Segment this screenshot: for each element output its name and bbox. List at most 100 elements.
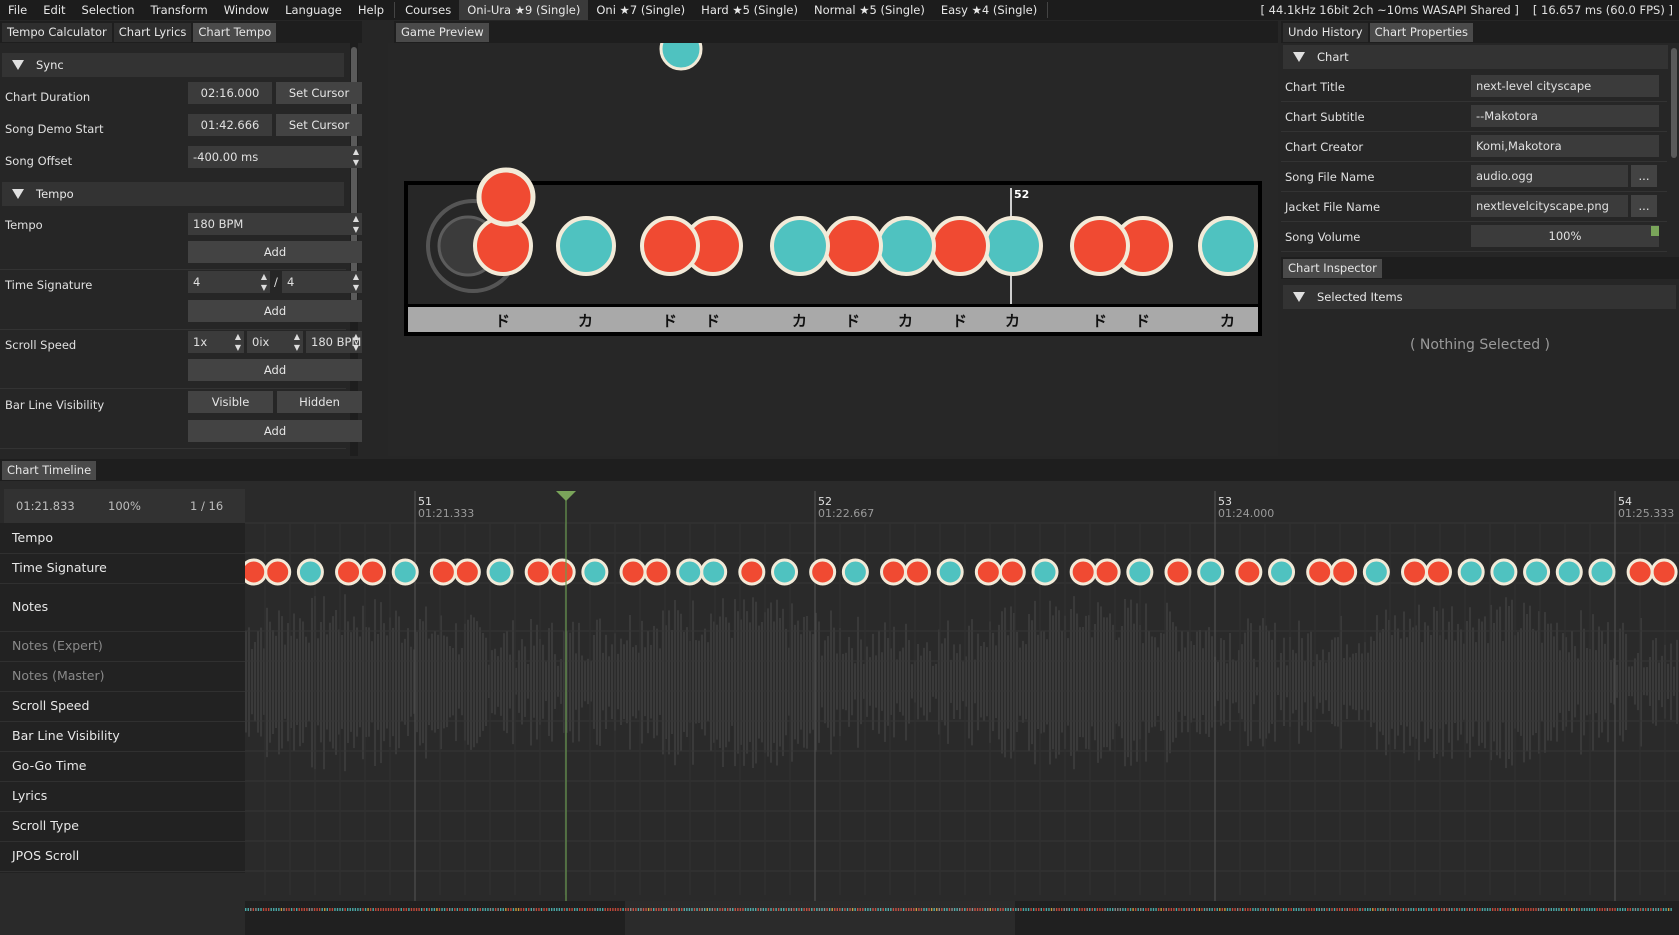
timeline-note[interactable]	[1457, 558, 1485, 586]
browse-button[interactable]: ...	[1631, 195, 1657, 217]
property-value-field[interactable]: audio.ogg	[1471, 165, 1628, 187]
hidden-button[interactable]: Hidden	[277, 391, 362, 413]
set-cursor-button[interactable]: Set Cursor	[276, 114, 362, 136]
song-offset-field[interactable]: -400.00 ms	[188, 146, 362, 168]
timeline-note[interactable]	[1362, 558, 1390, 586]
timeline-note[interactable]	[700, 558, 728, 586]
timeline-note[interactable]	[548, 558, 576, 586]
zoom-level[interactable]: 100%	[108, 499, 141, 513]
timeline-note[interactable]	[391, 558, 419, 586]
minimap-viewport[interactable]	[625, 901, 1015, 935]
add-tempo-button[interactable]: Add	[188, 241, 362, 263]
chart-header[interactable]: Chart	[1283, 45, 1668, 69]
timeline-note[interactable]	[1268, 558, 1296, 586]
menu-selection[interactable]: Selection	[74, 0, 143, 20]
timeline-note[interactable]	[335, 558, 363, 586]
timeline-note[interactable]	[453, 558, 481, 586]
timeline-note[interactable]	[841, 558, 869, 586]
time-signature-denominator[interactable]: 4	[282, 271, 362, 293]
tempo-field[interactable]: 180 BPM	[188, 213, 362, 235]
property-value-field[interactable]: Komi,Makotora	[1471, 135, 1659, 157]
tab-undo-history[interactable]: Undo History	[1283, 23, 1368, 42]
timeline-note[interactable]	[880, 558, 908, 586]
selected-items-header[interactable]: Selected Items	[1283, 285, 1676, 309]
timeline-note[interactable]	[1650, 558, 1678, 586]
playback-cursor-head-icon[interactable]	[556, 491, 576, 501]
add-bar-line-button[interactable]: Add	[188, 420, 362, 442]
property-value-field[interactable]: 100%	[1471, 225, 1659, 247]
volume-slider-handle[interactable]	[1651, 226, 1659, 236]
timeline-note[interactable]	[1164, 558, 1192, 586]
property-value-field[interactable]: next-level cityscape	[1471, 75, 1659, 97]
overview-minimap[interactable]	[245, 901, 1679, 935]
timeline-note[interactable]	[738, 558, 766, 586]
timeline-note[interactable]	[771, 558, 799, 586]
timeline-note[interactable]	[1126, 558, 1154, 586]
timeline-note[interactable]	[1555, 558, 1583, 586]
menu-edit[interactable]: Edit	[35, 0, 73, 20]
tab-chart-lyrics[interactable]: Chart Lyrics	[113, 23, 192, 42]
song-demo-field[interactable]: 01:42.666	[188, 114, 272, 136]
timeline-canvas[interactable]: 5101:21.3335201:22.6675301:24.0005401:25…	[245, 481, 1679, 935]
timeline-note[interactable]	[676, 558, 704, 586]
set-cursor-button[interactable]: Set Cursor	[276, 82, 362, 104]
scroll-imag-spinner-icon[interactable]: ▲ ▼	[292, 331, 302, 353]
add-time-signature-button[interactable]: Add	[188, 300, 362, 322]
property-value-field[interactable]: nextlevelcityscape.png	[1471, 195, 1628, 217]
timeline-note[interactable]	[974, 558, 1002, 586]
offset-spinner-icon[interactable]: ▲ ▼	[351, 146, 361, 168]
timeline-note[interactable]	[1588, 558, 1616, 586]
timeline-note[interactable]	[1197, 558, 1225, 586]
timeline-note[interactable]	[1093, 558, 1121, 586]
menu-window[interactable]: Window	[216, 0, 277, 20]
menu-file[interactable]: File	[0, 0, 35, 20]
timeline-note[interactable]	[429, 558, 457, 586]
scroll-speed-spinner-icon[interactable]: ▲ ▼	[233, 331, 243, 353]
timeline-note[interactable]	[936, 558, 964, 586]
timeline-note[interactable]	[1031, 558, 1059, 586]
timeline-note[interactable]	[1424, 558, 1452, 586]
timeline-note[interactable]	[903, 558, 931, 586]
tab-chart-timeline[interactable]: Chart Timeline	[2, 461, 97, 480]
timeline-note[interactable]	[1490, 558, 1518, 586]
timeline-note[interactable]	[1523, 558, 1551, 586]
denominator-spinner-icon[interactable]: ▲ ▼	[351, 271, 361, 293]
numerator-spinner-icon[interactable]: ▲ ▼	[259, 271, 269, 293]
timeline-note[interactable]	[1401, 558, 1429, 586]
timeline-note[interactable]	[524, 558, 552, 586]
course-item[interactable]: Oni-Ura ★9 (Single)	[459, 0, 589, 20]
course-item[interactable]: Easy ★4 (Single)	[933, 0, 1045, 20]
timeline-note[interactable]	[643, 558, 671, 586]
tab-chart-inspector[interactable]: Chart Inspector	[1283, 259, 1382, 278]
course-item[interactable]: Oni ★7 (Single)	[588, 0, 693, 20]
timeline-note[interactable]	[1626, 558, 1654, 586]
menu-help[interactable]: Help	[350, 0, 392, 20]
timeline-note[interactable]	[359, 558, 387, 586]
timeline-note[interactable]	[296, 558, 324, 586]
sync-header[interactable]: Sync	[2, 53, 344, 77]
grid-division[interactable]: 1 / 16	[190, 499, 223, 513]
tab-tempo-calculator[interactable]: Tempo Calculator	[2, 23, 112, 42]
chart-duration-field[interactable]: 02:16.000	[188, 82, 272, 104]
tab-game-preview[interactable]: Game Preview	[396, 23, 489, 42]
timeline-note[interactable]	[264, 558, 292, 586]
add-scroll-speed-button[interactable]: Add	[188, 359, 362, 381]
timeline-note[interactable]	[619, 558, 647, 586]
timeline-note[interactable]	[1235, 558, 1263, 586]
timeline-note[interactable]	[998, 558, 1026, 586]
visible-button[interactable]: Visible	[188, 391, 273, 413]
timeline-note[interactable]	[581, 558, 609, 586]
timeline-note[interactable]	[1069, 558, 1097, 586]
menu-transform[interactable]: Transform	[143, 0, 216, 20]
tab-chart-tempo[interactable]: Chart Tempo	[193, 23, 277, 42]
scroll-bpm-spinner-icon[interactable]: ▲ ▼	[351, 331, 361, 353]
course-item[interactable]: Normal ★5 (Single)	[806, 0, 933, 20]
timeline-note[interactable]	[1330, 558, 1358, 586]
timeline-note[interactable]	[1306, 558, 1334, 586]
timeline-note[interactable]	[245, 558, 268, 586]
browse-button[interactable]: ...	[1631, 165, 1657, 187]
time-signature-numerator[interactable]: 4	[188, 271, 270, 293]
tempo-header[interactable]: Tempo	[2, 182, 344, 206]
tab-chart-properties[interactable]: Chart Properties	[1369, 23, 1474, 42]
scrollbar-thumb[interactable]	[1671, 48, 1677, 158]
